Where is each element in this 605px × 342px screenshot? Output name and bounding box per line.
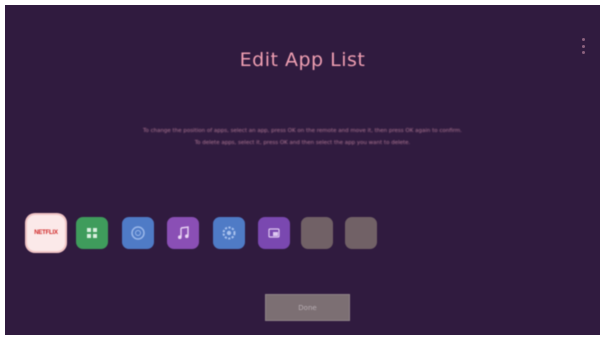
netflix-icon: NETFLIX bbox=[34, 230, 58, 236]
app-tile-netflix[interactable]: NETFLIX bbox=[27, 215, 65, 251]
gear-icon bbox=[222, 226, 236, 240]
app-tile-music[interactable] bbox=[167, 217, 199, 249]
globe-icon bbox=[131, 226, 145, 240]
app-tile-empty-1[interactable] bbox=[301, 217, 333, 249]
instruction-line-2: To delete apps, select it, press OK and … bbox=[194, 140, 411, 146]
app-tile-apps[interactable] bbox=[76, 217, 108, 249]
page-title: Edit App List bbox=[239, 49, 366, 71]
more-options-icon[interactable] bbox=[580, 38, 586, 54]
app-tile-settings[interactable] bbox=[213, 217, 245, 249]
media-icon bbox=[268, 228, 280, 238]
grid-icon bbox=[87, 228, 97, 238]
app-tile-media[interactable] bbox=[258, 217, 290, 249]
edit-app-list-screen: Edit App List To change the position of … bbox=[5, 5, 600, 335]
app-tile-browser[interactable] bbox=[122, 217, 154, 249]
instruction-line-1: To change the position of apps, select a… bbox=[143, 128, 462, 134]
done-button[interactable]: Done bbox=[265, 294, 350, 321]
music-note-icon bbox=[178, 226, 189, 239]
app-tile-empty-2[interactable] bbox=[345, 217, 377, 249]
